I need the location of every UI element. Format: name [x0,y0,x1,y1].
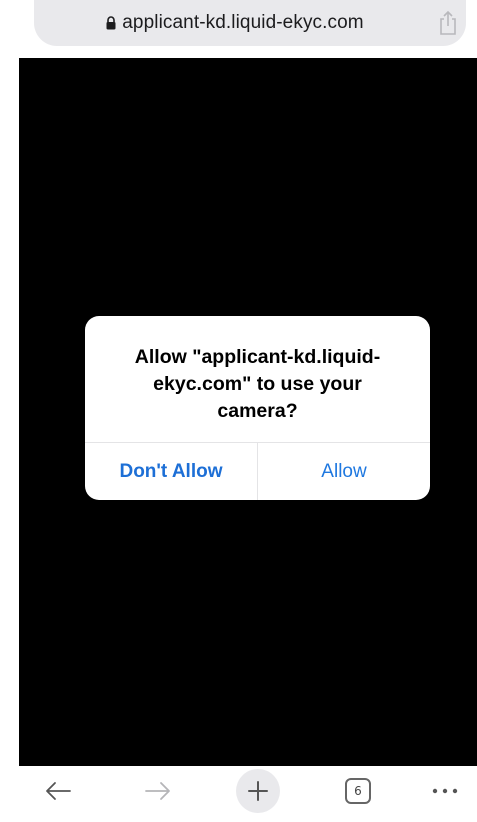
plus-icon [248,781,268,801]
share-icon[interactable] [437,10,459,36]
tab-count: 6 [354,784,362,798]
url-display[interactable]: applicant-kd.liquid-ekyc.com [34,0,434,46]
tabs-button[interactable]: 6 [340,766,376,816]
address-bar-area: applicant-kd.liquid-ekyc.com [0,0,477,58]
back-button[interactable] [38,766,78,816]
tabs-icon: 6 [345,778,371,804]
bottom-toolbar: 6 [0,766,477,822]
more-button[interactable] [425,766,465,816]
forward-arrow-icon [145,782,170,800]
new-tab-circle [236,769,280,813]
lock-icon [106,16,116,30]
browser-page: applicant-kd.liquid-ekyc.com Allow "appl… [0,0,477,822]
back-arrow-icon [46,782,71,800]
new-tab-button[interactable] [235,766,281,816]
dont-allow-button[interactable]: Don't Allow [85,443,257,500]
camera-permission-dialog: Allow "applicant-kd.liquid-ekyc.com" to … [85,316,430,500]
more-icon [432,788,458,794]
allow-button[interactable]: Allow [258,443,430,500]
url-text: applicant-kd.liquid-ekyc.com [122,12,364,33]
forward-button[interactable] [138,766,178,816]
dialog-message: Allow "applicant-kd.liquid-ekyc.com" to … [134,346,381,422]
